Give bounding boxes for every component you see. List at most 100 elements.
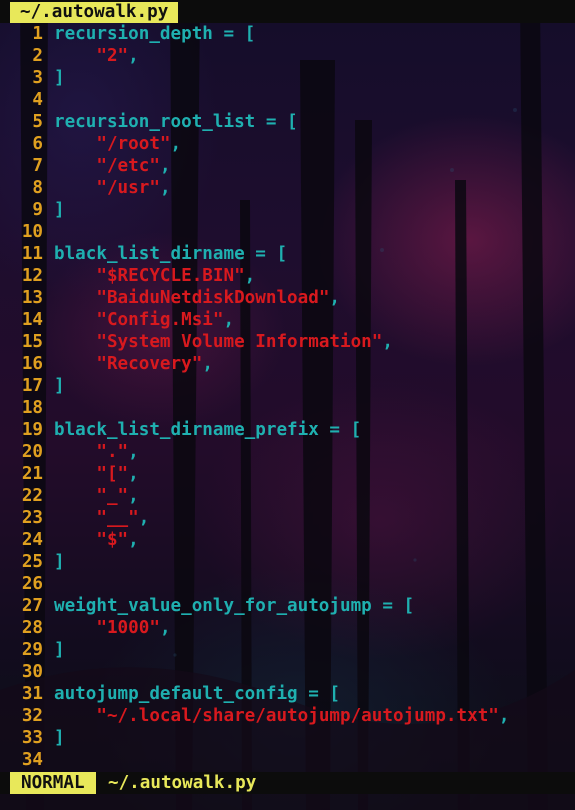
line-number: 27 xyxy=(21,596,43,616)
line-number: 17 xyxy=(21,376,43,396)
code-token-punct: , xyxy=(382,332,393,352)
line-text: ] xyxy=(54,551,65,573)
code-token-op: ] xyxy=(54,728,65,748)
code-token-str: "~/.local/share/autojump/autojump.txt" xyxy=(96,706,499,726)
code-line[interactable]: 9] xyxy=(0,199,575,221)
code-line[interactable]: 29] xyxy=(0,639,575,661)
line-text: "/usr", xyxy=(54,177,171,199)
code-token-str: "/etc" xyxy=(96,156,160,176)
code-token-punct: , xyxy=(244,266,256,286)
code-line[interactable]: 24 "$", xyxy=(0,529,575,551)
code-token-punct xyxy=(54,442,96,462)
line-text: recursion_root_list = [ xyxy=(54,111,298,133)
code-line[interactable]: 28 "1000", xyxy=(0,617,575,639)
code-line[interactable]: 2 "2", xyxy=(0,45,575,67)
code-line[interactable]: 26 xyxy=(0,573,575,595)
code-token-punct: , xyxy=(202,354,213,374)
line-text: "/root", xyxy=(54,133,181,155)
code-token-punct xyxy=(54,134,96,154)
code-token-op: ] xyxy=(54,640,65,660)
code-token-str: "/root" xyxy=(96,134,171,154)
code-line[interactable]: 3] xyxy=(0,67,575,89)
code-line[interactable]: 18 xyxy=(0,397,575,419)
code-token-punct: , xyxy=(128,442,139,462)
code-token-str: "Config.Msi" xyxy=(96,310,224,330)
line-number: 33 xyxy=(21,728,43,748)
line-text: autojump_default_config = [ xyxy=(54,683,340,705)
code-line[interactable]: 16 "Recovery", xyxy=(0,353,575,375)
code-line[interactable]: 4 xyxy=(0,89,575,111)
code-line[interactable]: 5 recursion_root_list = [ xyxy=(0,111,575,133)
code-token-punct: , xyxy=(170,134,182,154)
line-number: 26 xyxy=(21,574,43,594)
vim-editor-window: ~/.autowalk.py 1 recursion_depth = [2 "2"… xyxy=(0,0,575,810)
code-token-punct: , xyxy=(128,46,139,66)
line-number: 14 xyxy=(21,310,43,330)
code-line[interactable]: 7 "/etc", xyxy=(0,155,575,177)
code-line[interactable]: 20 ".", xyxy=(0,441,575,463)
code-line[interactable]: 22 "_", xyxy=(0,485,575,507)
line-text: "_", xyxy=(54,485,138,507)
code-line[interactable]: 30 xyxy=(0,661,575,683)
code-line[interactable]: 23 "__", xyxy=(0,507,575,529)
code-token-punct: , xyxy=(159,178,171,198)
mode-indicator: NORMAL xyxy=(10,772,96,794)
code-token-op: ] xyxy=(54,68,65,88)
code-token-str: "." xyxy=(96,442,129,462)
line-number: 24 xyxy=(21,530,43,550)
line-text: recursion_depth = [ xyxy=(54,23,255,45)
line-text: "1000", xyxy=(54,617,171,639)
code-token-str: "Recovery" xyxy=(96,354,203,374)
code-token-punct xyxy=(54,288,96,308)
code-line[interactable]: 34 xyxy=(0,749,575,771)
code-buffer[interactable]: 1 recursion_depth = [2 "2", 3] 4 5 recursion_… xyxy=(0,23,575,771)
code-line[interactable]: 32 "~/.local/share/autojump/autojump.txt… xyxy=(0,705,575,727)
code-token-punct: , xyxy=(329,288,341,308)
code-line[interactable]: 31 autojump_default_config = [ xyxy=(0,683,575,705)
code-token-str: "BaiduNetdiskDownload" xyxy=(96,288,330,308)
line-text: ] xyxy=(54,727,65,749)
code-line[interactable]: 11 black_list_dirname = [ xyxy=(0,243,575,265)
code-line[interactable]: 14 "Config.Msi", xyxy=(0,309,575,331)
line-number: 3 xyxy=(32,68,43,88)
code-line[interactable]: 17] xyxy=(0,375,575,397)
code-token-punct xyxy=(54,310,96,330)
code-line[interactable]: 6 "/root", xyxy=(0,133,575,155)
code-token-punct xyxy=(54,530,96,550)
code-line[interactable]: 12 "$RECYCLE.BIN", xyxy=(0,265,575,287)
code-token-str: "1000" xyxy=(96,618,160,638)
code-line[interactable]: 33] xyxy=(0,727,575,749)
code-line[interactable]: 1 recursion_depth = [ xyxy=(0,23,575,45)
line-number: 5 xyxy=(32,112,43,132)
tab-active-file[interactable]: ~/.autowalk.py xyxy=(10,2,179,23)
code-token-str: "$" xyxy=(96,530,129,550)
code-token-op: = [ xyxy=(244,244,288,264)
code-line[interactable]: 21 "[", xyxy=(0,463,575,485)
line-text: "[", xyxy=(54,463,138,485)
code-line[interactable]: 25] xyxy=(0,551,575,573)
code-line[interactable]: 10 xyxy=(0,221,575,243)
line-text: "2", xyxy=(54,45,139,67)
code-line[interactable]: 8 "/usr", xyxy=(0,177,575,199)
line-text: ".", xyxy=(54,441,139,463)
code-line[interactable]: 13 "BaiduNetdiskDownload", xyxy=(0,287,575,309)
line-number: 19 xyxy=(21,420,43,440)
code-line[interactable]: 15 "System Volume Information", xyxy=(0,331,575,353)
line-number: 30 xyxy=(21,662,43,682)
line-text: ] xyxy=(54,67,65,89)
code-token-punct: , xyxy=(159,618,171,638)
code-token-ident: weight_value_only_for_autojump xyxy=(54,596,372,616)
code-token-op: = [ xyxy=(212,24,256,44)
code-token-punct xyxy=(54,618,96,638)
line-number: 29 xyxy=(21,640,43,660)
code-token-op: = [ xyxy=(297,684,340,704)
code-line[interactable]: 27 weight_value_only_for_autojump = [ xyxy=(0,595,575,617)
line-number: 32 xyxy=(21,706,43,726)
code-token-ident: black_list_dirname_prefix xyxy=(54,420,319,440)
line-text: ] xyxy=(54,375,65,397)
line-text: "$", xyxy=(54,529,138,551)
code-line[interactable]: 19 black_list_dirname_prefix = [ xyxy=(0,419,575,441)
code-token-punct: , xyxy=(138,508,150,528)
code-token-op: = [ xyxy=(318,420,362,440)
code-token-punct: , xyxy=(498,706,510,726)
